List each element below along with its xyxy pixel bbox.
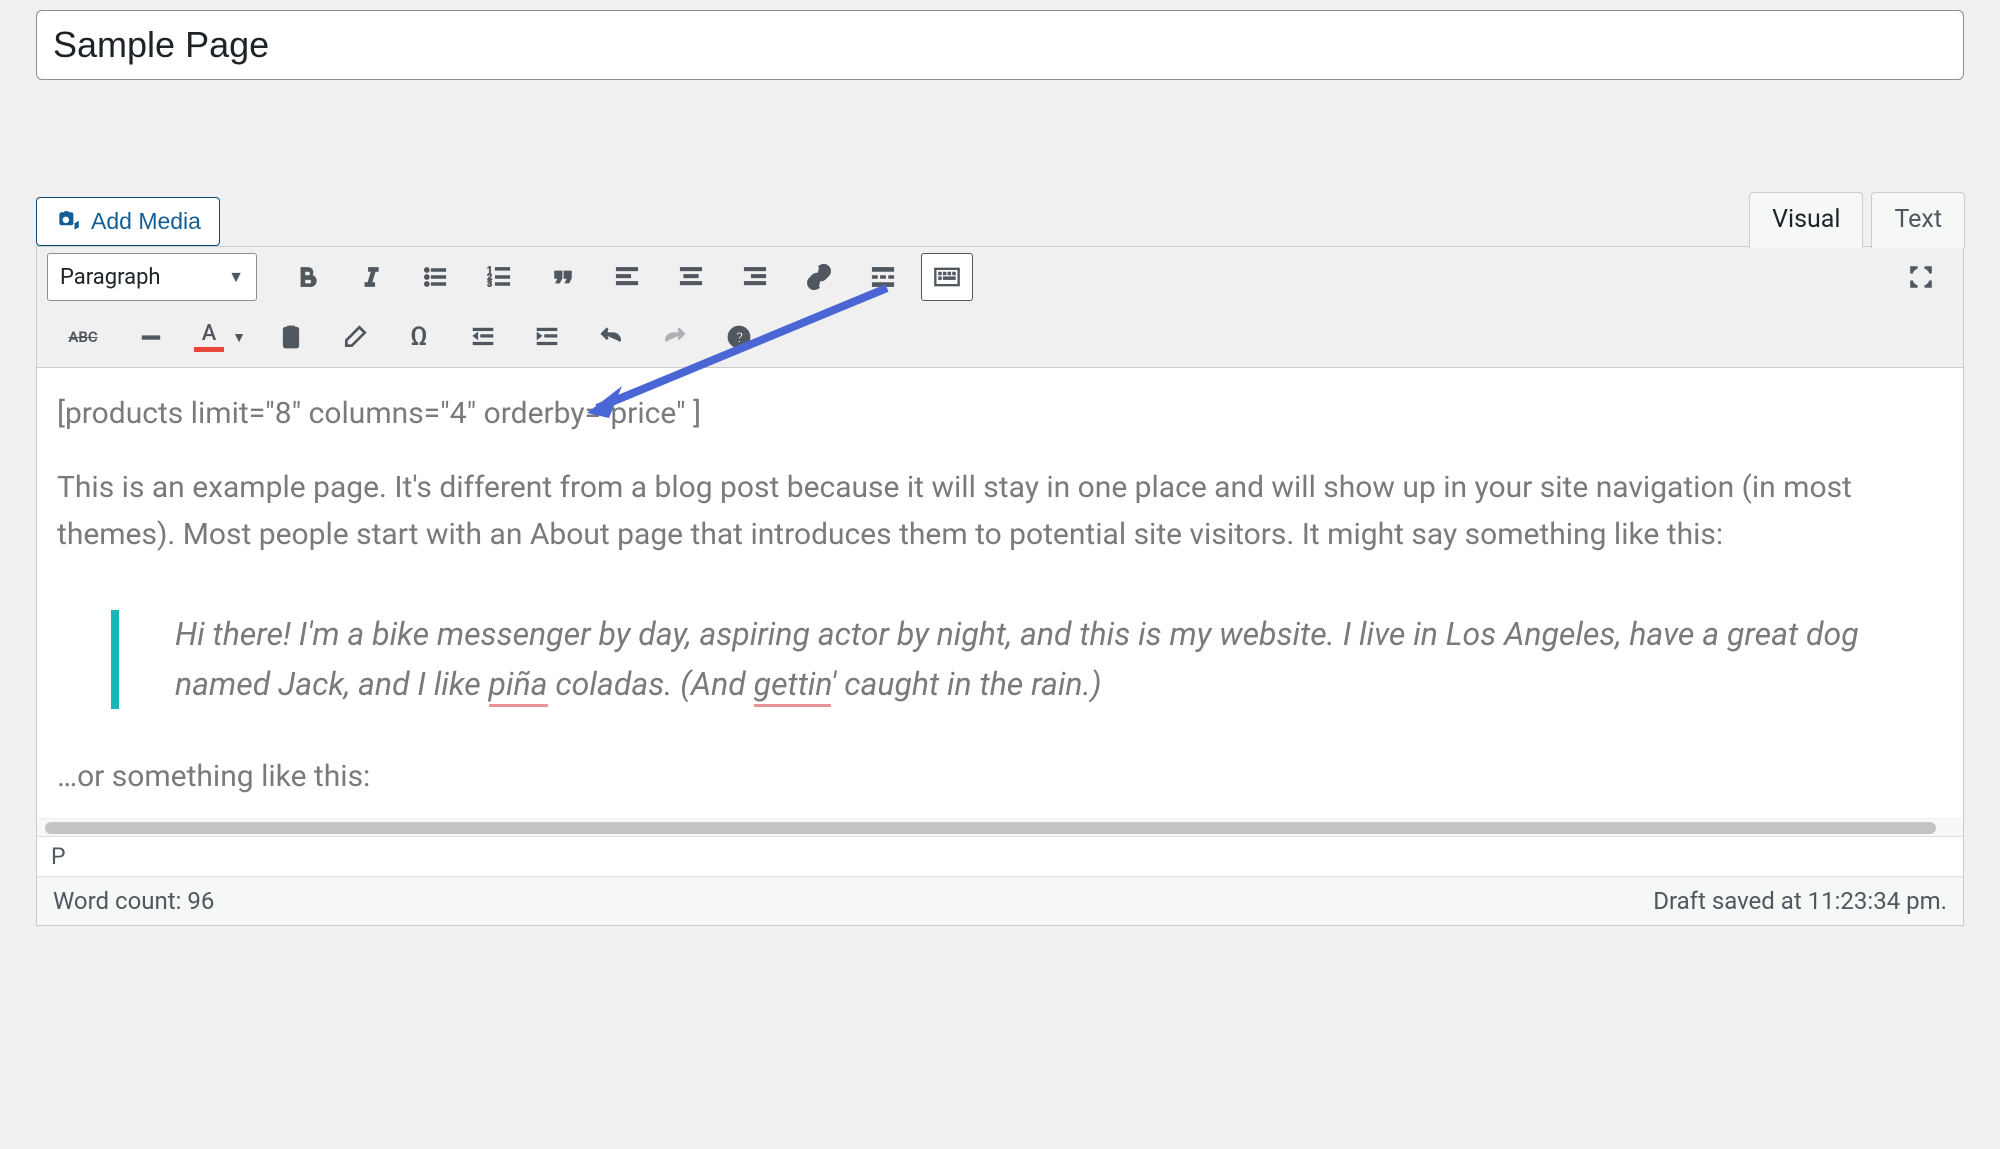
- text-color-button[interactable]: A: [189, 313, 229, 361]
- bold-button[interactable]: [281, 253, 333, 301]
- editor-toolbar: Paragraph ▼ 123: [37, 247, 1963, 368]
- svg-text:?: ?: [736, 328, 744, 346]
- horizontal-rule-icon: [138, 324, 164, 350]
- editor-container: Paragraph ▼ 123: [36, 246, 1964, 926]
- link-button[interactable]: [793, 253, 845, 301]
- outdent-icon: [470, 324, 496, 350]
- fullscreen-button[interactable]: [1895, 253, 1947, 301]
- shortcode-text: [products limit="8" columns="4" orderby=…: [57, 396, 1943, 431]
- keyboard-icon: [933, 263, 961, 291]
- blockquote-text: Hi there! I'm a bike messenger by day, a…: [175, 610, 1943, 709]
- numbered-list-button[interactable]: 123: [473, 253, 525, 301]
- blockquote-button[interactable]: [537, 253, 589, 301]
- add-media-label: Add Media: [91, 208, 201, 235]
- format-dropdown[interactable]: Paragraph ▼: [47, 253, 257, 301]
- bold-icon: [293, 263, 321, 291]
- undo-icon: [598, 324, 624, 350]
- align-center-button[interactable]: [665, 253, 717, 301]
- tab-text[interactable]: Text: [1871, 192, 1965, 248]
- strikethrough-button[interactable]: ABC: [53, 313, 113, 361]
- closing-paragraph: …or something like this:: [57, 759, 1943, 794]
- toolbar-toggle-button[interactable]: [921, 253, 973, 301]
- italic-icon: [357, 263, 385, 291]
- clear-formatting-button[interactable]: [329, 313, 381, 361]
- blockquote: Hi there! I'm a bike messenger by day, a…: [111, 610, 1943, 709]
- outdent-button[interactable]: [457, 313, 509, 361]
- element-path[interactable]: P: [37, 836, 1963, 876]
- camera-note-icon: [55, 209, 81, 235]
- help-button[interactable]: ?: [713, 313, 765, 361]
- text-color-icon: A: [189, 323, 229, 352]
- text-color-dropdown[interactable]: ▼: [227, 329, 251, 346]
- numbered-list-icon: 123: [485, 263, 513, 291]
- scrollbar-thumb[interactable]: [45, 822, 1936, 834]
- post-title-input[interactable]: [36, 10, 1964, 80]
- redo-icon: [662, 324, 688, 350]
- align-center-icon: [677, 263, 705, 291]
- strikethrough-icon: ABC: [68, 328, 97, 346]
- align-right-icon: [741, 263, 769, 291]
- bulleted-list-button[interactable]: [409, 253, 461, 301]
- editor-content[interactable]: [products limit="8" columns="4" orderby=…: [37, 368, 1963, 818]
- horizontal-rule-button[interactable]: [125, 313, 177, 361]
- paste-as-text-button[interactable]: T: [265, 313, 317, 361]
- read-more-button[interactable]: [857, 253, 909, 301]
- spellcheck-underline: gettin: [754, 665, 831, 707]
- horizontal-scrollbar[interactable]: [37, 818, 1963, 836]
- blockquote-bar: [111, 610, 119, 709]
- draft-saved-status: Draft saved at 11:23:34 pm.: [1653, 887, 1947, 915]
- align-right-button[interactable]: [729, 253, 781, 301]
- content-paragraph: This is an example page. It's different …: [57, 465, 1943, 558]
- format-selected: Paragraph: [60, 265, 161, 290]
- omega-icon: Ω: [410, 322, 427, 352]
- special-character-button[interactable]: Ω: [393, 313, 445, 361]
- eraser-icon: [342, 324, 368, 350]
- fullscreen-icon: [1907, 263, 1935, 291]
- indent-button[interactable]: [521, 313, 573, 361]
- align-left-icon: [613, 263, 641, 291]
- bulleted-list-icon: [421, 263, 449, 291]
- blockquote-icon: [549, 263, 577, 291]
- svg-text:T: T: [288, 331, 295, 344]
- spellcheck-underline: piña: [489, 665, 548, 707]
- read-more-icon: [869, 263, 897, 291]
- indent-icon: [534, 324, 560, 350]
- redo-button[interactable]: [649, 313, 701, 361]
- link-icon: [805, 263, 833, 291]
- add-media-button[interactable]: Add Media: [36, 197, 220, 246]
- word-count: Word count: 96: [53, 887, 214, 915]
- undo-button[interactable]: [585, 313, 637, 361]
- tab-visual[interactable]: Visual: [1749, 192, 1863, 248]
- status-bar: Word count: 96 Draft saved at 11:23:34 p…: [37, 876, 1963, 925]
- align-left-button[interactable]: [601, 253, 653, 301]
- clipboard-text-icon: T: [278, 324, 304, 350]
- help-icon: ?: [726, 324, 752, 350]
- italic-button[interactable]: [345, 253, 397, 301]
- chevron-down-icon: ▼: [228, 267, 244, 287]
- svg-text:3: 3: [487, 278, 492, 288]
